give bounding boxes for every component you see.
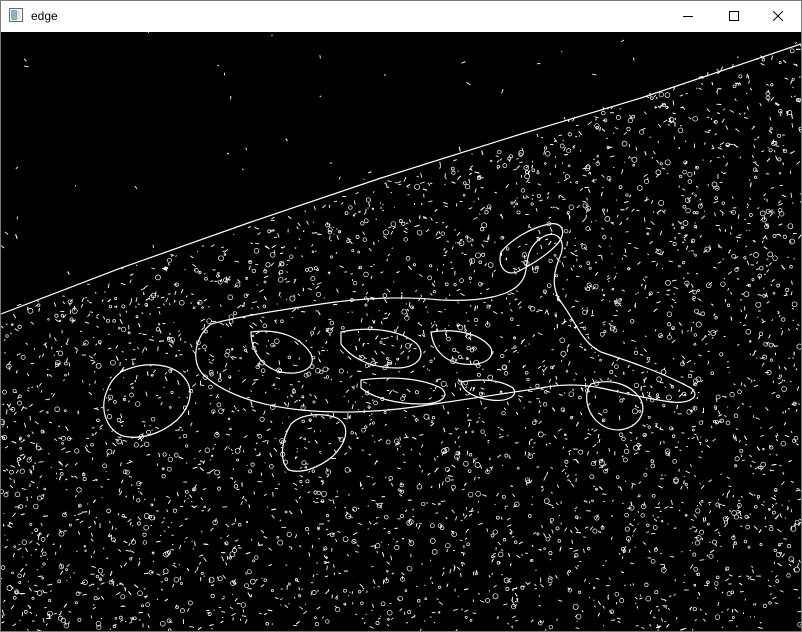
close-button[interactable] (755, 1, 801, 31)
edge-image-canvas (1, 32, 801, 631)
maximize-icon (729, 11, 739, 21)
window-title: edge (31, 9, 58, 23)
maximize-button[interactable] (711, 1, 757, 31)
minimize-icon (683, 16, 693, 17)
app-image-icon (9, 8, 23, 22)
app-window: edge (0, 0, 802, 632)
edge-detection-image (1, 32, 801, 631)
minimize-button[interactable] (665, 1, 711, 31)
title-bar[interactable]: edge (1, 1, 801, 31)
close-icon (773, 11, 783, 21)
